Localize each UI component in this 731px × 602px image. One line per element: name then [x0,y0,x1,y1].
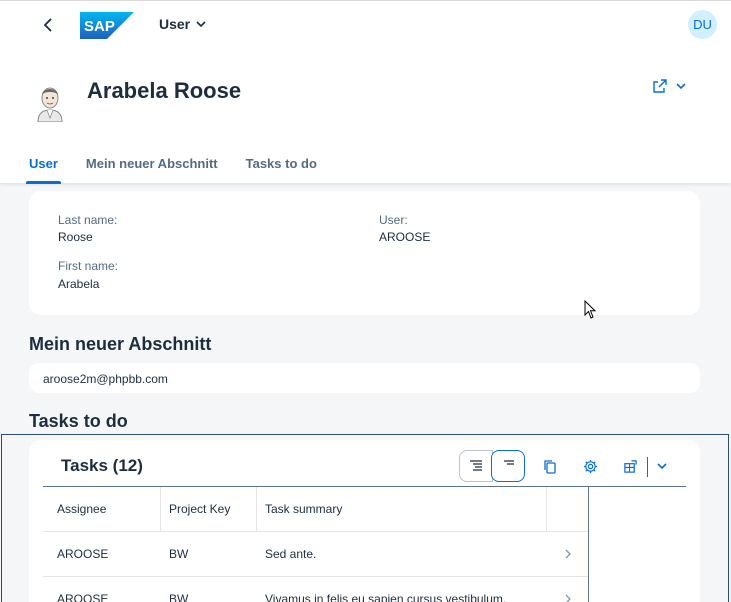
density-toggle [459,450,527,482]
first-name-label: First name: [58,259,119,273]
table-header-divider [589,486,686,487]
table-title: Tasks (12) [61,456,143,475]
settings-button[interactable] [580,456,600,476]
column-header-task-summary[interactable]: Task summary [257,487,547,531]
chevron-right-icon [565,594,571,602]
user-label: User: [379,213,408,227]
table-row[interactable]: AROOSE BW Vivamus in felis eu sapien cur… [43,577,589,602]
svg-text:SAP: SAP [84,18,115,35]
column-header-project-key[interactable]: Project Key [161,487,257,531]
shell-bar: SAP User DU [0,0,731,49]
sap-logo[interactable]: SAP [80,12,134,39]
text-align-right-icon [504,460,514,465]
tab-tasks-to-do[interactable]: Tasks to do [246,156,317,184]
tab-mein-neuer-abschnitt[interactable]: Mein neuer Abschnitt [86,156,218,184]
export-menu-button[interactable] [652,456,672,476]
table-header-row: Assignee Project Key Task summary [43,487,589,532]
align-right-toggle-button[interactable] [491,450,525,482]
chevron-right-icon [565,549,571,559]
chevron-down-icon [676,83,686,90]
chevron-left-icon [43,18,52,32]
gear-icon [583,459,597,473]
section-title-mein-neuer-abschnitt: Mein neuer Abschnitt [29,334,212,354]
app-title-menu[interactable]: User [159,16,206,32]
email-field: aroose2m@phpbb.com [29,363,700,393]
text-align-icon [470,460,482,471]
tab-user[interactable]: User [26,156,61,184]
avatar-initials: DU [693,17,712,32]
cell-assignee: AROOSE [57,592,109,602]
table-row[interactable]: AROOSE BW Sed ante. [43,532,589,577]
section-title-tasks-to-do: Tasks to do [29,411,128,431]
anchor-tab-bar: User Mein neuer Abschnitt Tasks to do [26,156,317,184]
back-button[interactable] [36,13,60,37]
cell-project-key: BW [169,547,189,561]
cell-task-summary: Vivamus in felis eu sapien cursus vestib… [265,592,507,602]
chevron-down-icon [196,21,206,28]
toolbar-separator [647,457,648,477]
share-icon [653,79,667,93]
person-avatar [32,82,68,123]
mouse-cursor-icon [584,300,597,319]
cell-assignee: AROOSE [57,547,109,561]
last-name-value: Roose [58,230,93,244]
chevron-down-icon [657,463,667,470]
tasks-table: Assignee Project Key Task summary AROOSE… [43,486,589,602]
row-navigation[interactable] [547,532,589,576]
user-value: AROOSE [379,230,431,244]
page-title: Arabela Roose [87,78,242,103]
table-right-border [588,486,589,602]
copy-button[interactable] [540,456,560,476]
row-navigation[interactable] [547,577,589,602]
column-header-assignee[interactable]: Assignee [43,487,161,531]
app-title: User [159,16,191,32]
first-name-value: Arabela [58,277,100,291]
export-button[interactable] [620,456,640,476]
user-details-card: Last name: Roose User: AROOSE First name… [29,191,700,315]
column-header-navigation [547,487,589,531]
cell-project-key: BW [169,592,189,602]
share-menu-button[interactable] [652,78,686,94]
last-name-label: Last name: [58,213,118,227]
user-avatar-button[interactable]: DU [688,10,717,39]
person-portrait-icon [37,87,63,123]
object-page-header: Arabela Roose User Mein neuer Abschnitt … [0,49,731,184]
cell-task-summary: Sed ante. [265,547,317,561]
copy-icon [544,459,556,474]
align-left-toggle-button[interactable] [459,450,493,482]
export-spreadsheet-icon [623,459,637,473]
